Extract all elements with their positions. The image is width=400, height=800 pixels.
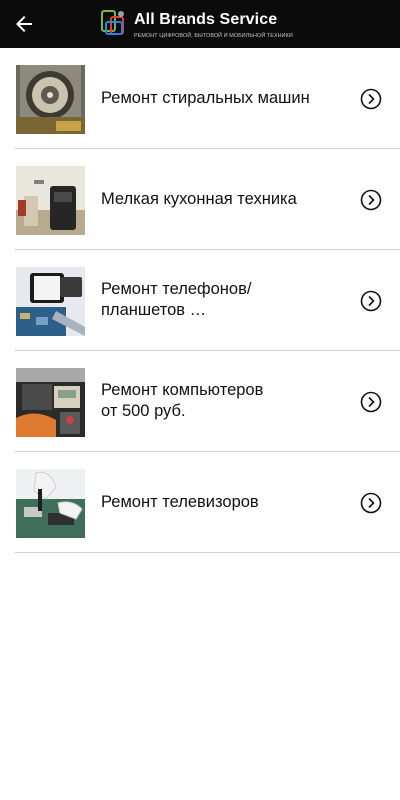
list-item-label: Ремонт стиральных машин <box>101 88 310 107</box>
brand-name: All Brands Service <box>134 11 278 28</box>
list-item-label: Ремонт телефонов/ планшетов … <box>101 280 252 319</box>
chevron-right-circle-icon <box>360 189 382 211</box>
list-item-phones-tablets[interactable]: Ремонт телефонов/ планшетов … <box>15 250 400 351</box>
brand-logo: All Brands Service РЕМОНТ ЦИФРОВОЙ, БЫТО… <box>100 6 306 44</box>
list-item-computers[interactable]: Ремонт компьютеров от 500 руб. <box>15 351 400 452</box>
list-item-tvs[interactable]: Ремонт телевизоров <box>15 452 400 553</box>
brand-tagline: РЕМОНТ ЦИФРОВОЙ, БЫТОВОЙ И МОБИЛЬНОЙ ТЕХ… <box>134 33 293 39</box>
list-item-label: Мелкая кухонная техника <box>101 189 297 208</box>
list-item-label: Ремонт телевизоров <box>101 492 259 511</box>
list-item-washing-machines[interactable]: Ремонт стиральных машин <box>15 48 400 149</box>
back-button[interactable] <box>8 8 40 40</box>
logo-devices-icon <box>101 10 124 35</box>
phone-repair-photo <box>16 267 85 336</box>
kitchen-appliance-photo <box>16 166 85 235</box>
arrow-left-icon <box>16 16 32 32</box>
washing-machine-photo <box>16 65 85 134</box>
chevron-right-circle-icon <box>360 88 382 110</box>
list-item-kitchen-appliances[interactable]: Мелкая кухонная техника <box>15 149 400 250</box>
list-item-label: Ремонт компьютеров от 500 руб. <box>101 381 264 420</box>
top-app-bar: All Brands Service РЕМОНТ ЦИФРОВОЙ, БЫТО… <box>0 0 400 48</box>
chevron-right-circle-icon <box>360 391 382 413</box>
tv-repair-photo <box>16 469 85 538</box>
computer-repair-photo <box>16 368 85 437</box>
chevron-right-circle-icon <box>360 492 382 514</box>
chevron-right-circle-icon <box>360 290 382 312</box>
